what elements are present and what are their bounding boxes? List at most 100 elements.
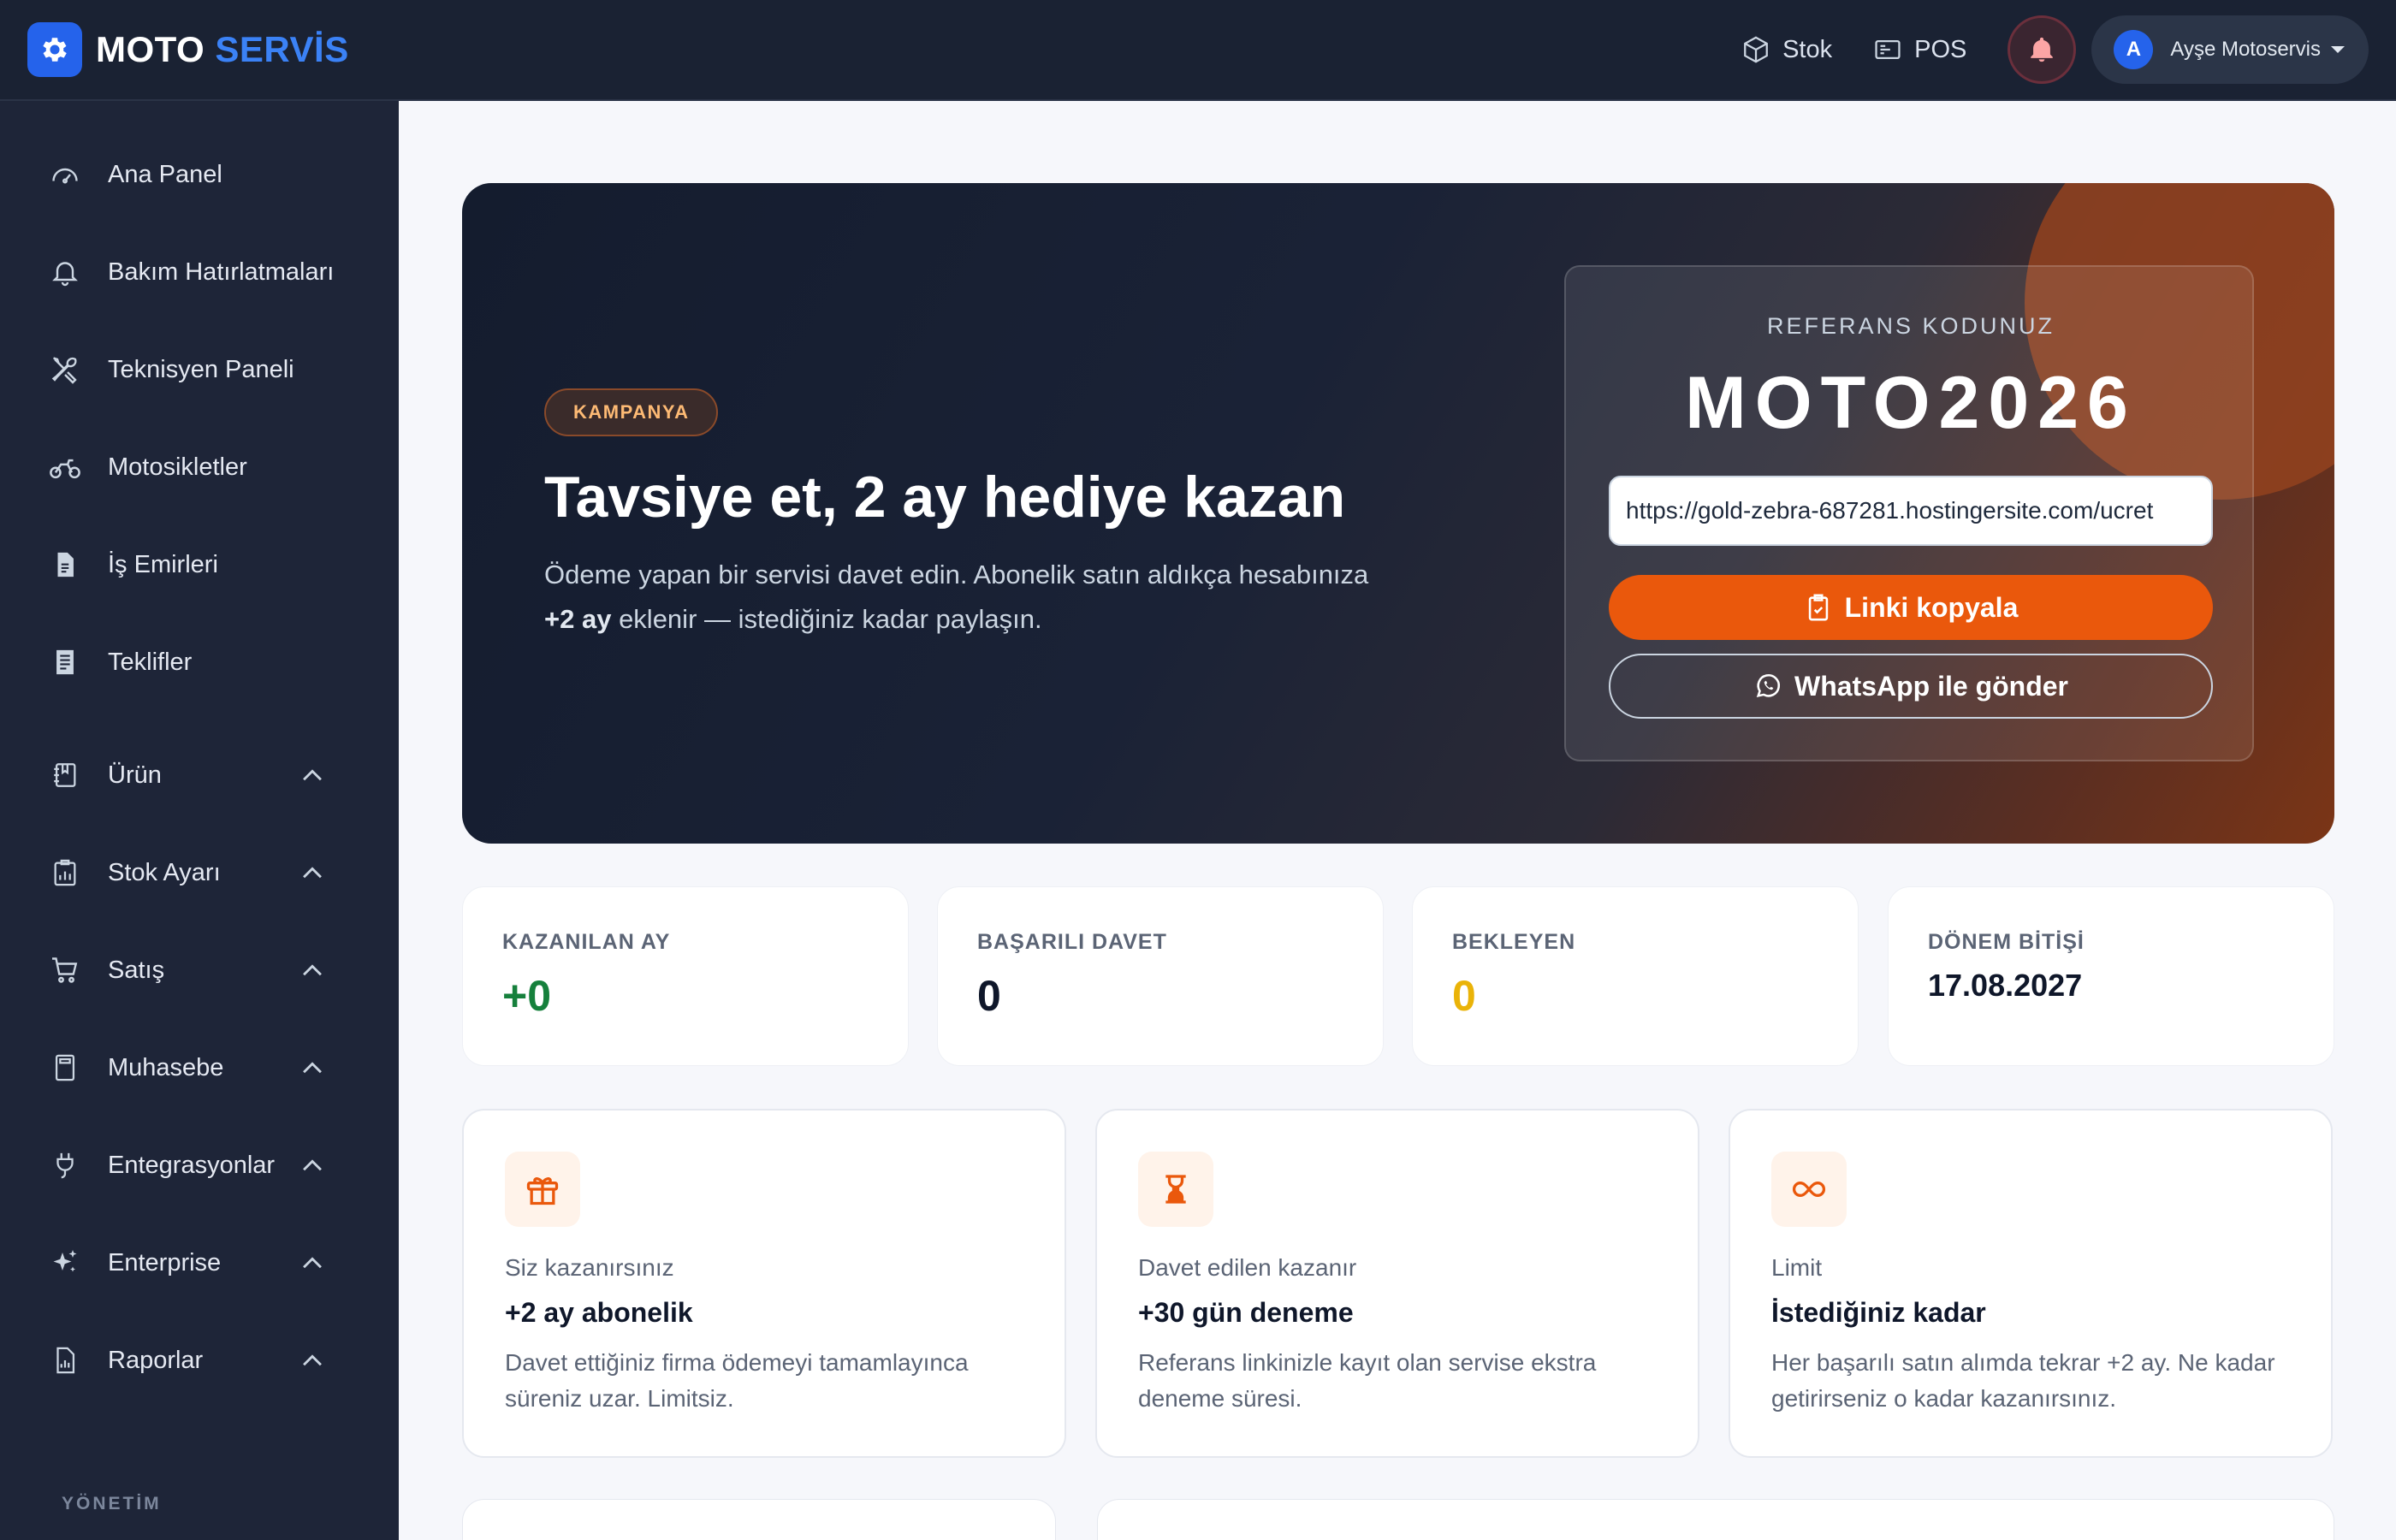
terminal-icon	[1875, 39, 1901, 60]
stat-label: BAŞARILI DAVET	[977, 930, 1167, 954]
sidebar-item-bakim-hatirlatmalari[interactable]: Bakım Hatırlatmaları	[0, 238, 399, 306]
chevron-up-icon	[303, 769, 322, 781]
sidebar-item-satis[interactable]: Satış	[0, 936, 399, 1004]
info-card-description: Davet ettiğiniz firma ödemeyi tamamlayın…	[505, 1349, 969, 1412]
sidebar-item-label: Teknisyen Paneli	[108, 355, 294, 383]
stat-card-successful-invites: BAŞARILI DAVET 0	[937, 886, 1384, 1066]
hourglass-icon	[1138, 1152, 1213, 1227]
stock-link[interactable]: Stok	[1741, 35, 1832, 64]
sidebar-item-label: Muhasebe	[108, 1053, 224, 1081]
info-card-invitee-earns: Davet edilen kazanır +30 gün deneme Refe…	[1095, 1109, 1699, 1458]
journal-icon	[48, 758, 82, 792]
stat-value: 0	[1452, 972, 1476, 1020]
motorcycle-icon	[48, 450, 82, 484]
stat-label: BEKLEYEN	[1452, 930, 1576, 954]
stat-value: 17.08.2027	[1928, 968, 2083, 1003]
stat-card-earned-months: KAZANILAN AY +0	[462, 886, 909, 1066]
stat-label: DÖNEM BİTİŞİ	[1928, 930, 2085, 954]
chevron-up-icon	[303, 1062, 322, 1074]
sidebar-item-label: Bakım Hatırlatmaları	[108, 258, 335, 286]
brand-name: MOTO SERVİS	[96, 29, 349, 70]
info-card-caption: Davet edilen kazanır	[1138, 1254, 1357, 1281]
top-actions: Stok POS A Ayşe Motoservis	[1741, 15, 2369, 84]
referral-code-card: REFERANS KODUNUZ MOTO2026 Linki kopyala …	[1564, 265, 2254, 761]
notifications-button[interactable]	[2008, 15, 2077, 84]
whatsapp-share-button[interactable]: WhatsApp ile gönder	[1609, 654, 2213, 719]
calculator-icon	[48, 1051, 82, 1085]
sidebar-item-entegrasyonlar[interactable]: Entegrasyonlar	[0, 1131, 399, 1199]
user-name: Ayşe Motoservis	[2170, 38, 2321, 61]
chevron-up-icon	[303, 1257, 322, 1269]
copy-link-button[interactable]: Linki kopyala	[1609, 575, 2213, 640]
brand-name-part1: MOTO	[96, 29, 205, 69]
info-card-description: Referans linkinizle kayıt olan servise e…	[1138, 1349, 1597, 1412]
sidebar-item-label: Entegrasyonlar	[108, 1151, 276, 1179]
clipboard-chart-icon	[48, 856, 82, 890]
info-card-caption: Limit	[1771, 1254, 1823, 1281]
sidebar-item-raporlar[interactable]: Raporlar	[0, 1326, 399, 1395]
info-card-limit: Limit İstediğiniz kadar Her başarılı sat…	[1729, 1109, 2333, 1458]
avatar: A	[2114, 30, 2154, 69]
referral-hero: KAMPANYA Tavsiye et, 2 ay hediye kazan Ö…	[462, 183, 2334, 844]
dashboard-gauge-icon	[48, 157, 82, 192]
sidebar-item-teknisyen-paneli[interactable]: Teknisyen Paneli	[0, 335, 399, 404]
sidebar-item-motosikletler[interactable]: Motosikletler	[0, 433, 399, 501]
sidebar-item-label: Raporlar	[108, 1346, 204, 1374]
stock-link-label: Stok	[1782, 35, 1833, 63]
copy-link-button-label: Linki kopyala	[1844, 591, 2019, 623]
hero-description: Ödeme yapan bir servisi davet edin. Abon…	[544, 553, 1486, 642]
stat-value: 0	[977, 972, 1001, 1020]
brand-name-part2: SERVİS	[215, 29, 349, 69]
file-text-icon	[48, 645, 82, 679]
sidebar-item-label: Stok Ayarı	[108, 858, 221, 886]
infinity-icon	[1771, 1152, 1847, 1227]
bottom-card-left	[462, 1499, 1056, 1540]
hero-description-line2: eklenir — istediğiniz kadar paylaşın.	[611, 604, 1042, 634]
top-navbar: MOTO SERVİS Stok POS A Ayşe Motoservis	[0, 0, 2396, 101]
sidebar-item-teklifler[interactable]: Teklifler	[0, 628, 399, 696]
info-card-caption: Siz kazanırsınız	[505, 1254, 674, 1281]
sidebar-item-label: İş Emirleri	[108, 550, 218, 578]
document-icon	[48, 548, 82, 582]
sidebar-item-is-emirleri[interactable]: İş Emirleri	[0, 530, 399, 599]
info-card-title: İstediğiniz kadar	[1771, 1297, 1986, 1328]
plug-icon	[48, 1148, 82, 1182]
info-card-title: +2 ay abonelik	[505, 1297, 693, 1328]
whatsapp-icon	[1756, 673, 1780, 698]
brand[interactable]: MOTO SERVİS	[27, 22, 349, 77]
report-chart-icon	[48, 1343, 82, 1377]
sidebar-section-label: YÖNETİM	[62, 1494, 162, 1513]
bell-icon	[2031, 37, 2054, 62]
pos-link[interactable]: POS	[1873, 35, 1966, 64]
hero-description-line1: Ödeme yapan bir servisi davet edin. Abon…	[544, 560, 1369, 589]
sidebar-item-stok-ayari[interactable]: Stok Ayarı	[0, 838, 399, 907]
cart-icon	[48, 953, 82, 987]
hero-title: Tavsiye et, 2 ay hediye kazan	[544, 465, 1346, 530]
info-card-title: +30 gün deneme	[1138, 1297, 1354, 1328]
chevron-down-icon	[2331, 46, 2345, 53]
gift-icon	[505, 1152, 580, 1227]
clipboard-check-icon	[1808, 594, 1828, 621]
stat-card-period-end: DÖNEM BİTİŞİ 17.08.2027	[1888, 886, 2334, 1066]
referral-code: MOTO2026	[1685, 362, 2137, 444]
sidebar-item-ana-panel[interactable]: Ana Panel	[0, 140, 399, 209]
referral-code-label: REFERANS KODUNUZ	[1766, 313, 2055, 339]
sidebar-item-label: Enterprise	[108, 1248, 222, 1276]
gear-icon	[27, 22, 82, 77]
sidebar-item-urun[interactable]: Ürün	[0, 741, 399, 809]
box-icon	[1744, 36, 1768, 63]
info-card-you-earn: Siz kazanırsınız +2 ay abonelik Davet et…	[462, 1109, 1066, 1458]
sidebar-item-label: Ana Panel	[108, 160, 222, 188]
stat-card-pending: BEKLEYEN 0	[1412, 886, 1859, 1066]
sidebar-item-muhasebe[interactable]: Muhasebe	[0, 1034, 399, 1102]
info-card-description: Her başarılı satın alımda tekrar +2 ay. …	[1771, 1349, 2275, 1412]
stat-value: +0	[502, 972, 552, 1020]
chevron-up-icon	[303, 1159, 322, 1171]
bell-icon	[48, 255, 82, 289]
stat-label: KAZANILAN AY	[502, 930, 671, 954]
sidebar: Ana Panel Bakım Hatırlatmaları Teknisyen…	[0, 101, 399, 1540]
pos-link-label: POS	[1914, 35, 1967, 63]
referral-link-input[interactable]	[1609, 476, 2213, 546]
sidebar-item-enterprise[interactable]: Enterprise	[0, 1229, 399, 1297]
user-menu-button[interactable]: A Ayşe Motoservis	[2091, 15, 2369, 84]
